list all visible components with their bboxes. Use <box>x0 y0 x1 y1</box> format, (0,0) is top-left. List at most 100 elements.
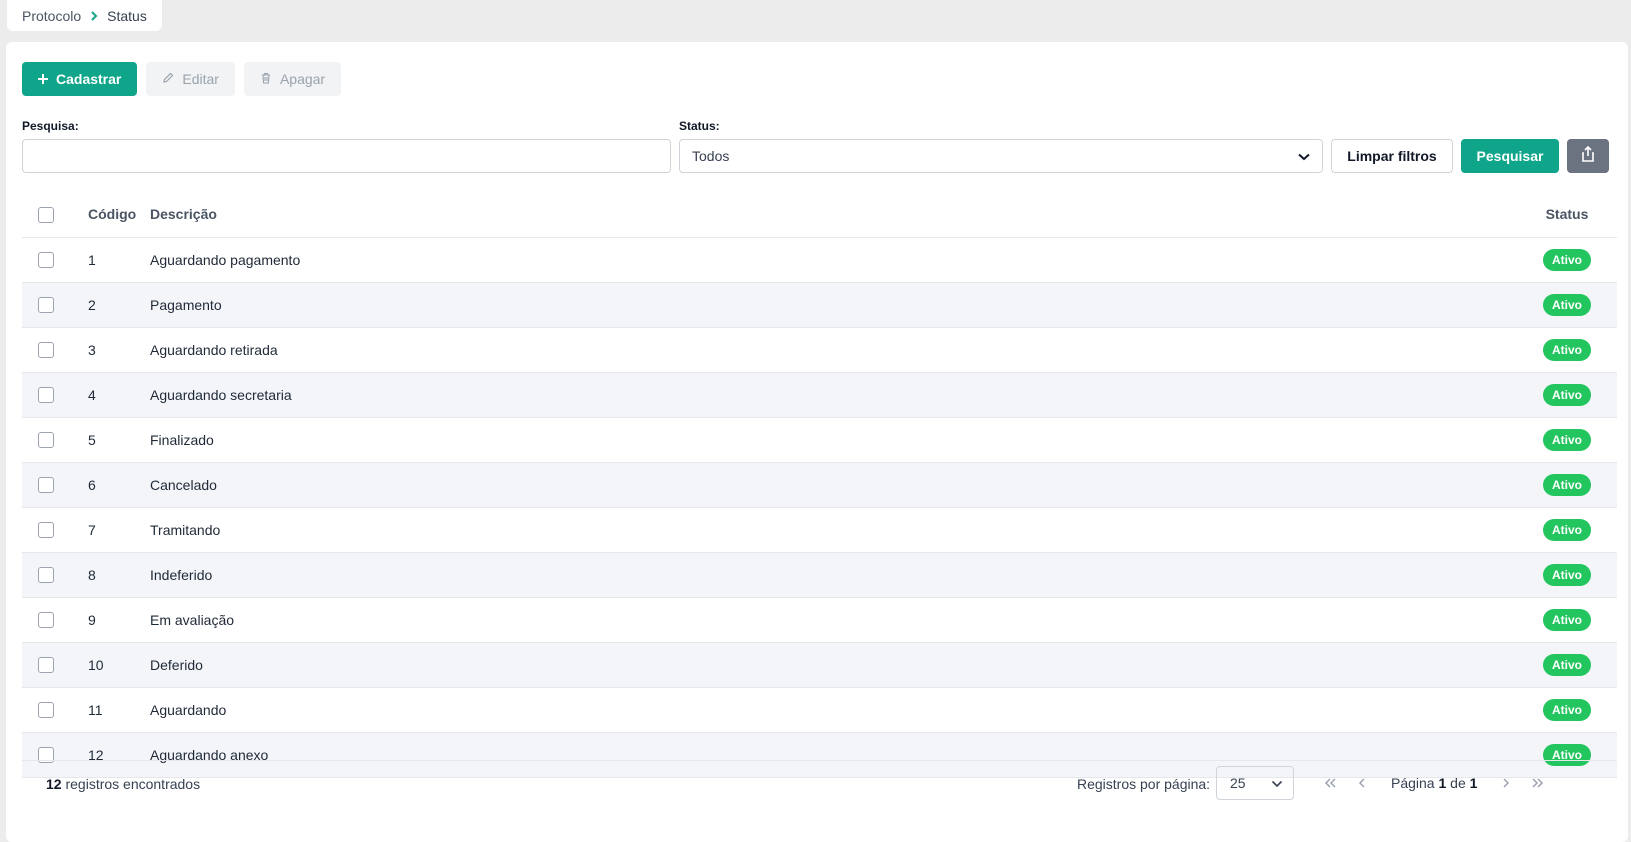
delete-button-label: Apagar <box>279 71 326 87</box>
table-row[interactable]: 8 Indeferido Ativo <box>22 552 1617 598</box>
delete-button[interactable]: Apagar <box>243 62 342 96</box>
records-count: 12 registros encontrados <box>46 776 200 792</box>
row-checkbox[interactable] <box>38 477 54 494</box>
status-badge: Ativo <box>1543 653 1591 676</box>
chevron-right-icon <box>89 10 99 22</box>
pagination: Página 1 de 1 <box>1321 774 1547 792</box>
toolbar: Cadastrar Editar Apagar <box>22 62 342 96</box>
pencil-icon <box>162 71 174 87</box>
status-badge: Ativo <box>1543 383 1591 406</box>
last-page-icon[interactable] <box>1529 774 1547 792</box>
row-description: Aguardando secretaria <box>150 372 1517 418</box>
row-description: Tramitando <box>150 507 1517 553</box>
select-all-cell <box>22 192 70 238</box>
page-info: Página 1 de 1 <box>1391 775 1477 791</box>
table-row[interactable]: 9 Em avaliação Ativo <box>22 597 1617 643</box>
table-row[interactable]: 3 Aguardando retirada Ativo <box>22 327 1617 373</box>
per-page-select[interactable]: 25 <box>1216 766 1294 800</box>
search-input[interactable] <box>22 139 671 173</box>
row-code: 5 <box>70 417 150 463</box>
edit-button[interactable]: Editar <box>146 62 235 96</box>
row-code: 1 <box>70 237 150 283</box>
table-footer: 12 registros encontrados Registros por p… <box>22 760 1617 800</box>
trash-icon <box>260 71 272 87</box>
row-checkbox[interactable] <box>38 387 54 404</box>
row-checkbox[interactable] <box>38 612 54 629</box>
first-page-icon[interactable] <box>1321 774 1339 792</box>
row-code: 10 <box>70 642 150 688</box>
records-count-suffix: registros encontrados <box>61 776 201 792</box>
row-checkbox[interactable] <box>38 567 54 584</box>
header-description[interactable]: Descrição <box>150 192 1517 238</box>
header-status[interactable]: Status <box>1517 192 1617 238</box>
header-code[interactable]: Código <box>70 192 150 238</box>
filters: Pesquisa: Status: Todos Limpar filtros P… <box>22 119 1617 191</box>
table-row[interactable]: 4 Aguardando secretaria Ativo <box>22 372 1617 418</box>
status-badge: Ativo <box>1543 428 1591 451</box>
prev-page-icon[interactable] <box>1353 774 1371 792</box>
clear-filters-button[interactable]: Limpar filtros <box>1331 139 1453 173</box>
table-row[interactable]: 7 Tramitando Ativo <box>22 507 1617 553</box>
export-icon <box>1581 145 1595 166</box>
page-of: de <box>1446 775 1470 791</box>
create-button-label: Cadastrar <box>56 71 122 87</box>
row-checkbox[interactable] <box>38 342 54 359</box>
row-code: 4 <box>70 372 150 418</box>
row-code: 6 <box>70 462 150 508</box>
create-button[interactable]: Cadastrar <box>22 62 138 96</box>
status-label: Status: <box>679 119 720 133</box>
row-checkbox[interactable] <box>38 702 54 719</box>
row-description: Cancelado <box>150 462 1517 508</box>
row-description: Deferido <box>150 642 1517 688</box>
breadcrumb-parent[interactable]: Protocolo <box>22 8 81 24</box>
page-prefix: Página <box>1391 775 1439 791</box>
status-table: Código Descrição Status 1 Aguardando pag… <box>22 192 1617 778</box>
select-all-checkbox[interactable] <box>38 206 54 223</box>
status-badge: Ativo <box>1543 293 1591 316</box>
breadcrumb-current: Status <box>107 7 147 24</box>
row-checkbox[interactable] <box>38 657 54 674</box>
row-description: Indeferido <box>150 552 1517 598</box>
row-checkbox[interactable] <box>38 252 54 269</box>
table-row[interactable]: 11 Aguardando Ativo <box>22 687 1617 733</box>
chevron-down-icon <box>1298 148 1310 164</box>
breadcrumb: Protocolo Status <box>7 0 162 31</box>
table-row[interactable]: 1 Aguardando pagamento Ativo <box>22 237 1617 283</box>
table-row[interactable]: 6 Cancelado Ativo <box>22 462 1617 508</box>
row-description: Aguardando <box>150 687 1517 733</box>
table-header-row: Código Descrição Status <box>22 192 1617 238</box>
main-card: Cadastrar Editar Apagar Pesquisa: Status… <box>6 42 1628 842</box>
row-checkbox[interactable] <box>38 432 54 449</box>
export-button[interactable] <box>1567 139 1609 173</box>
status-select[interactable]: Todos <box>679 139 1323 173</box>
row-description: Finalizado <box>150 417 1517 463</box>
status-badge: Ativo <box>1543 473 1591 496</box>
status-badge: Ativo <box>1543 563 1591 586</box>
page-total: 1 <box>1469 775 1478 791</box>
search-button[interactable]: Pesquisar <box>1461 139 1559 173</box>
row-code: 9 <box>70 597 150 643</box>
row-code: 8 <box>70 552 150 598</box>
row-checkbox[interactable] <box>38 297 54 314</box>
records-count-number: 12 <box>46 776 62 792</box>
status-badge: Ativo <box>1543 248 1591 271</box>
table-row[interactable]: 10 Deferido Ativo <box>22 642 1617 688</box>
status-select-value: Todos <box>692 148 730 164</box>
per-page-value: 25 <box>1230 775 1246 791</box>
per-page-label: Registros por página: <box>1077 776 1211 792</box>
status-badge: Ativo <box>1543 518 1591 541</box>
row-description: Aguardando pagamento <box>150 237 1517 283</box>
table-row[interactable]: 5 Finalizado Ativo <box>22 417 1617 463</box>
table-row[interactable]: 2 Pagamento Ativo <box>22 282 1617 328</box>
row-description: Em avaliação <box>150 597 1517 643</box>
chevron-down-icon <box>1271 775 1283 791</box>
status-badge: Ativo <box>1543 338 1591 361</box>
search-label: Pesquisa: <box>22 119 79 133</box>
edit-button-label: Editar <box>182 71 219 87</box>
next-page-icon[interactable] <box>1497 774 1515 792</box>
plus-icon <box>38 71 48 87</box>
row-description: Pagamento <box>150 282 1517 328</box>
row-code: 11 <box>70 687 150 733</box>
row-description: Aguardando retirada <box>150 327 1517 373</box>
row-checkbox[interactable] <box>38 522 54 539</box>
